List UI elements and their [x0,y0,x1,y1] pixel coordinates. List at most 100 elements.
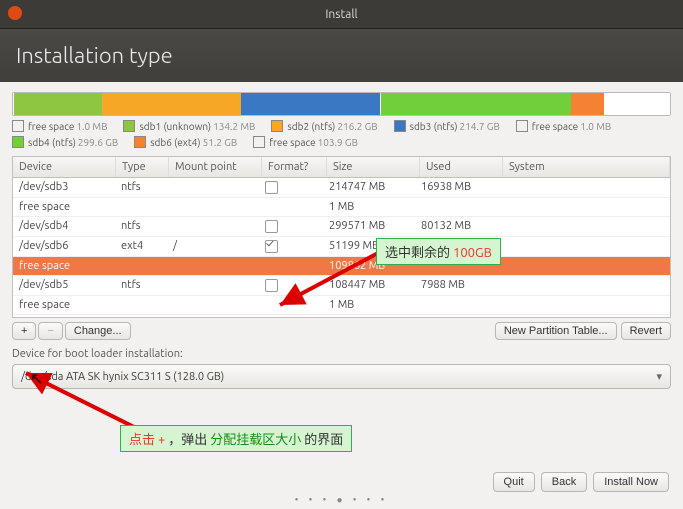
cell-mount [167,178,259,197]
window-title: Install [325,8,357,21]
usage-segment [381,93,571,115]
legend-item: sdb2 (ntfs)216.2 GB [271,120,377,132]
boot-loader-value: /dev/sda ATA SK hynix SC311 S (128.0 GB) [21,371,224,383]
cell-mount [167,276,259,295]
table-row[interactable]: free space 1 MB [13,296,670,315]
cell-used: 80132 MB [415,217,497,236]
cell-format [259,276,323,295]
col-system: System [503,157,670,177]
cell-type [115,296,167,314]
cell-size: 214747 MB [323,178,415,197]
legend-size: 1.0 MB [76,121,107,132]
table-row[interactable]: /dev/sdb3ntfs214747 MB16938 MB [13,178,670,198]
col-mountpoint: Mount point [169,157,262,177]
legend-size: 214.7 GB [460,121,500,132]
partition-toolbar: + − Change... New Partition Table... Rev… [12,322,671,340]
cell-size: 1 MB [323,296,415,314]
cell-system [497,178,670,197]
cell-system [497,237,670,256]
add-partition-button[interactable]: + [12,322,36,340]
cell-mount [167,198,259,216]
legend-label: sdb2 (ntfs) [287,121,335,132]
cell-device: /dev/sdb5 [13,276,115,295]
cursor-icon: ↖ [30,369,43,388]
format-checkbox[interactable] [265,220,278,233]
legend-size: 103.9 GB [318,137,358,148]
col-device: Device [13,157,116,177]
legend-item: free space1.0 MB [12,120,107,132]
legend-swatch [394,120,406,132]
legend-swatch [516,120,528,132]
legend-label: sdb4 (ntfs) [28,137,76,148]
cell-size: 108447 MB [323,276,415,295]
annotation-click-plus: 点击 + ，弹出 分配挂载区大小 的界面 [120,425,352,452]
new-partition-table-button[interactable]: New Partition Table... [495,322,617,340]
col-format: Format? [262,157,327,177]
cell-mount [167,257,259,275]
table-header: Device Type Mount point Format? Size Use… [13,157,670,178]
legend-item: sdb1 (unknown)134.2 MB [123,120,255,132]
cell-type: ext4 [115,237,167,256]
cell-format [259,217,323,236]
legend-size: 1.0 MB [580,121,611,132]
cell-device: free space [13,296,115,314]
col-type: Type [116,157,169,177]
remove-partition-button[interactable]: − [38,322,62,340]
cell-size: 299571 MB [323,217,415,236]
legend-size: 299.6 GB [78,137,118,148]
col-size: Size [327,157,420,177]
cell-used: 16938 MB [415,178,497,197]
cell-type [115,198,167,216]
legend-label: sdb1 (unknown) [139,121,211,132]
back-button[interactable]: Back [541,472,587,492]
legend-label: free space [28,121,74,132]
format-checkbox[interactable] [265,240,278,253]
table-row[interactable]: /dev/sdb6ext4/51199 MBunknown [13,237,670,257]
page-title: Installation type [0,29,683,82]
change-partition-button[interactable]: Change... [65,322,131,340]
table-row[interactable]: free space1 MB [13,198,670,217]
cell-used: 7988 MB [415,276,497,295]
format-checkbox[interactable] [265,181,278,194]
boot-loader-label: Device for boot loader installation: [12,348,671,360]
cell-system [497,296,670,314]
legend-size: 51.2 GB [203,137,238,148]
usage-segment [571,93,604,115]
install-now-button[interactable]: Install Now [593,472,669,492]
cell-format [259,257,323,275]
table-row[interactable]: free space109862 MB [13,257,670,276]
legend-item: sdb4 (ntfs)299.6 GB [12,136,118,148]
window-titlebar: Install [0,0,683,29]
legend-label: free space [532,121,578,132]
footer-buttons: Quit Back Install Now [493,472,669,492]
cell-device: /dev/sdb6 [13,237,115,256]
table-row[interactable]: /dev/sdb5ntfs 108447 MB7988 MB [13,276,670,296]
cell-used [415,198,497,216]
table-row[interactable]: /dev/sdb4ntfs299571 MB80132 MB [13,217,670,237]
legend-label: sdb6 (ext4) [150,137,200,148]
legend-swatch [12,136,24,148]
quit-button[interactable]: Quit [493,472,535,492]
legend-swatch [123,120,135,132]
cell-format [259,198,323,216]
cell-device: free space [13,257,115,275]
usage-segment [241,93,380,115]
cell-type [115,257,167,275]
format-checkbox[interactable] [265,279,278,292]
revert-button[interactable]: Revert [621,322,671,340]
cell-system [497,217,670,236]
cell-device: /dev/sdb3 [13,178,115,197]
close-icon[interactable] [8,6,22,20]
cell-format [259,237,323,256]
cell-device: free space [13,198,115,216]
boot-loader-combo[interactable]: /dev/sda ATA SK hynix SC311 S (128.0 GB)… [12,364,671,389]
installer-window: Installation type free space1.0 MBsdb1 (… [0,29,683,509]
legend-size: 216.2 GB [337,121,377,132]
legend-item: free space103.9 GB [253,136,358,148]
partition-table[interactable]: Device Type Mount point Format? Size Use… [12,156,671,318]
cell-used [415,296,497,314]
cell-type: ntfs [115,276,167,295]
legend-item: sdb3 (ntfs)214.7 GB [394,120,500,132]
partition-usage-bar [12,92,671,116]
legend-item: free space1.0 MB [516,120,611,132]
